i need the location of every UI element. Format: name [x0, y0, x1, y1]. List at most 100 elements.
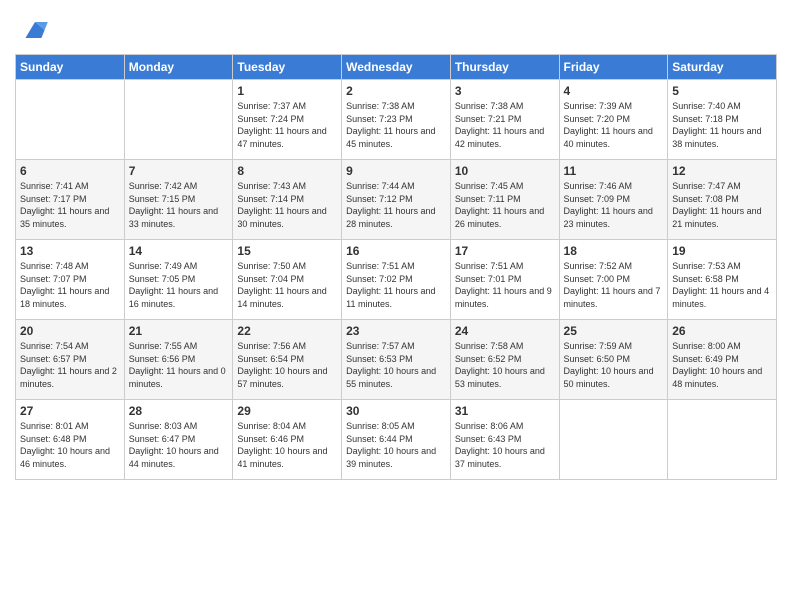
calendar-cell: 26 Sunrise: 8:00 AMSunset: 6:49 PMDayligh… [668, 320, 777, 400]
calendar-cell: 13 Sunrise: 7:48 AMSunset: 7:07 PMDayligh… [16, 240, 125, 320]
cell-details: Sunrise: 8:05 AMSunset: 6:44 PMDaylight:… [346, 420, 446, 470]
calendar-cell: 5 Sunrise: 7:40 AMSunset: 7:18 PMDaylight… [668, 80, 777, 160]
cell-details: Sunrise: 7:54 AMSunset: 6:57 PMDaylight:… [20, 340, 120, 390]
cell-details: Sunrise: 7:47 AMSunset: 7:08 PMDaylight:… [672, 180, 772, 230]
day-number: 13 [20, 244, 120, 258]
cell-details: Sunrise: 7:52 AMSunset: 7:00 PMDaylight:… [564, 260, 664, 310]
day-number: 20 [20, 324, 120, 338]
calendar-cell: 22 Sunrise: 7:56 AMSunset: 6:54 PMDayligh… [233, 320, 342, 400]
day-number: 14 [129, 244, 229, 258]
cell-details: Sunrise: 7:55 AMSunset: 6:56 PMDaylight:… [129, 340, 229, 390]
weekday-header: Friday [559, 55, 668, 80]
calendar-cell: 12 Sunrise: 7:47 AMSunset: 7:08 PMDayligh… [668, 160, 777, 240]
calendar-cell: 21Sunrise: 7:55 AMSunset: 6:56 PMDayligh… [124, 320, 233, 400]
day-number: 16 [346, 244, 446, 258]
calendar-cell: 28 Sunrise: 8:03 AMSunset: 6:47 PMDayligh… [124, 400, 233, 480]
weekday-header: Tuesday [233, 55, 342, 80]
cell-details: Sunrise: 7:41 AMSunset: 7:17 PMDaylight:… [20, 180, 120, 230]
calendar-cell: 17Sunrise: 7:51 AMSunset: 7:01 PMDayligh… [450, 240, 559, 320]
calendar-cell: 8 Sunrise: 7:43 AMSunset: 7:14 PMDaylight… [233, 160, 342, 240]
calendar-cell [559, 400, 668, 480]
day-number: 19 [672, 244, 772, 258]
day-number: 3 [455, 84, 555, 98]
calendar-cell: 11 Sunrise: 7:46 AMSunset: 7:09 PMDayligh… [559, 160, 668, 240]
day-number: 2 [346, 84, 446, 98]
page-header [15, 10, 777, 46]
calendar-cell: 27 Sunrise: 8:01 AMSunset: 6:48 PMDayligh… [16, 400, 125, 480]
cell-details: Sunrise: 8:03 AMSunset: 6:47 PMDaylight:… [129, 420, 229, 470]
calendar-week-row: 27 Sunrise: 8:01 AMSunset: 6:48 PMDayligh… [16, 400, 777, 480]
day-number: 4 [564, 84, 664, 98]
calendar-cell: 3 Sunrise: 7:38 AMSunset: 7:21 PMDaylight… [450, 80, 559, 160]
cell-details: Sunrise: 7:51 AMSunset: 7:02 PMDaylight:… [346, 260, 446, 310]
day-number: 15 [237, 244, 337, 258]
cell-details: Sunrise: 8:06 AMSunset: 6:43 PMDaylight:… [455, 420, 555, 470]
day-number: 9 [346, 164, 446, 178]
cell-details: Sunrise: 7:45 AMSunset: 7:11 PMDaylight:… [455, 180, 555, 230]
day-number: 10 [455, 164, 555, 178]
calendar-cell: 2 Sunrise: 7:38 AMSunset: 7:23 PMDaylight… [342, 80, 451, 160]
day-number: 28 [129, 404, 229, 418]
day-number: 23 [346, 324, 446, 338]
calendar-cell: 19 Sunrise: 7:53 AMSunset: 6:58 PMDayligh… [668, 240, 777, 320]
cell-details: Sunrise: 7:49 AMSunset: 7:05 PMDaylight:… [129, 260, 229, 310]
day-number: 11 [564, 164, 664, 178]
calendar-cell: 31 Sunrise: 8:06 AMSunset: 6:43 PMDayligh… [450, 400, 559, 480]
day-number: 29 [237, 404, 337, 418]
calendar-cell: 23 Sunrise: 7:57 AMSunset: 6:53 PMDayligh… [342, 320, 451, 400]
day-number: 12 [672, 164, 772, 178]
cell-details: Sunrise: 7:57 AMSunset: 6:53 PMDaylight:… [346, 340, 446, 390]
cell-details: Sunrise: 7:59 AMSunset: 6:50 PMDaylight:… [564, 340, 664, 390]
cell-details: Sunrise: 7:43 AMSunset: 7:14 PMDaylight:… [237, 180, 337, 230]
day-number: 18 [564, 244, 664, 258]
calendar-cell [668, 400, 777, 480]
cell-details: Sunrise: 7:48 AMSunset: 7:07 PMDaylight:… [20, 260, 120, 310]
calendar-cell: 4Sunrise: 7:39 AMSunset: 7:20 PMDaylight… [559, 80, 668, 160]
day-number: 31 [455, 404, 555, 418]
logo-icon [19, 14, 51, 46]
calendar-cell: 20 Sunrise: 7:54 AMSunset: 6:57 PMDayligh… [16, 320, 125, 400]
calendar-week-row: 13 Sunrise: 7:48 AMSunset: 7:07 PMDayligh… [16, 240, 777, 320]
day-number: 25 [564, 324, 664, 338]
cell-details: Sunrise: 7:56 AMSunset: 6:54 PMDaylight:… [237, 340, 337, 390]
cell-details: Sunrise: 8:01 AMSunset: 6:48 PMDaylight:… [20, 420, 120, 470]
day-number: 6 [20, 164, 120, 178]
day-number: 17 [455, 244, 555, 258]
day-number: 30 [346, 404, 446, 418]
calendar-cell: 18 Sunrise: 7:52 AMSunset: 7:00 PMDayligh… [559, 240, 668, 320]
cell-details: Sunrise: 7:40 AMSunset: 7:18 PMDaylight:… [672, 100, 772, 150]
calendar-cell: 29 Sunrise: 8:04 AMSunset: 6:46 PMDayligh… [233, 400, 342, 480]
logo [15, 14, 51, 46]
calendar-cell: 16 Sunrise: 7:51 AMSunset: 7:02 PMDayligh… [342, 240, 451, 320]
day-number: 5 [672, 84, 772, 98]
weekday-header: Sunday [16, 55, 125, 80]
cell-details: Sunrise: 7:53 AMSunset: 6:58 PMDaylight:… [672, 260, 772, 310]
cell-details: Sunrise: 7:42 AMSunset: 7:15 PMDaylight:… [129, 180, 229, 230]
day-number: 27 [20, 404, 120, 418]
weekday-header: Thursday [450, 55, 559, 80]
cell-details: Sunrise: 7:38 AMSunset: 7:23 PMDaylight:… [346, 100, 446, 150]
calendar-table: SundayMondayTuesdayWednesdayThursdayFrid… [15, 54, 777, 480]
calendar-week-row: 1Sunrise: 7:37 AMSunset: 7:24 PMDaylight… [16, 80, 777, 160]
day-number: 24 [455, 324, 555, 338]
day-number: 22 [237, 324, 337, 338]
cell-details: Sunrise: 7:46 AMSunset: 7:09 PMDaylight:… [564, 180, 664, 230]
calendar-cell: 15 Sunrise: 7:50 AMSunset: 7:04 PMDayligh… [233, 240, 342, 320]
calendar-cell: 7Sunrise: 7:42 AMSunset: 7:15 PMDaylight… [124, 160, 233, 240]
cell-details: Sunrise: 8:04 AMSunset: 6:46 PMDaylight:… [237, 420, 337, 470]
calendar-week-row: 20 Sunrise: 7:54 AMSunset: 6:57 PMDayligh… [16, 320, 777, 400]
cell-details: Sunrise: 8:00 AMSunset: 6:49 PMDaylight:… [672, 340, 772, 390]
day-number: 8 [237, 164, 337, 178]
calendar-cell: 30 Sunrise: 8:05 AMSunset: 6:44 PMDayligh… [342, 400, 451, 480]
calendar-cell: 1Sunrise: 7:37 AMSunset: 7:24 PMDaylight… [233, 80, 342, 160]
calendar-header: SundayMondayTuesdayWednesdayThursdayFrid… [16, 55, 777, 80]
weekday-header: Wednesday [342, 55, 451, 80]
cell-details: Sunrise: 7:38 AMSunset: 7:21 PMDaylight:… [455, 100, 555, 150]
day-number: 26 [672, 324, 772, 338]
cell-details: Sunrise: 7:50 AMSunset: 7:04 PMDaylight:… [237, 260, 337, 310]
calendar-cell [124, 80, 233, 160]
calendar-week-row: 6 Sunrise: 7:41 AMSunset: 7:17 PMDaylight… [16, 160, 777, 240]
calendar-cell: 14 Sunrise: 7:49 AMSunset: 7:05 PMDayligh… [124, 240, 233, 320]
calendar-cell: 10 Sunrise: 7:45 AMSunset: 7:11 PMDayligh… [450, 160, 559, 240]
cell-details: Sunrise: 7:58 AMSunset: 6:52 PMDaylight:… [455, 340, 555, 390]
